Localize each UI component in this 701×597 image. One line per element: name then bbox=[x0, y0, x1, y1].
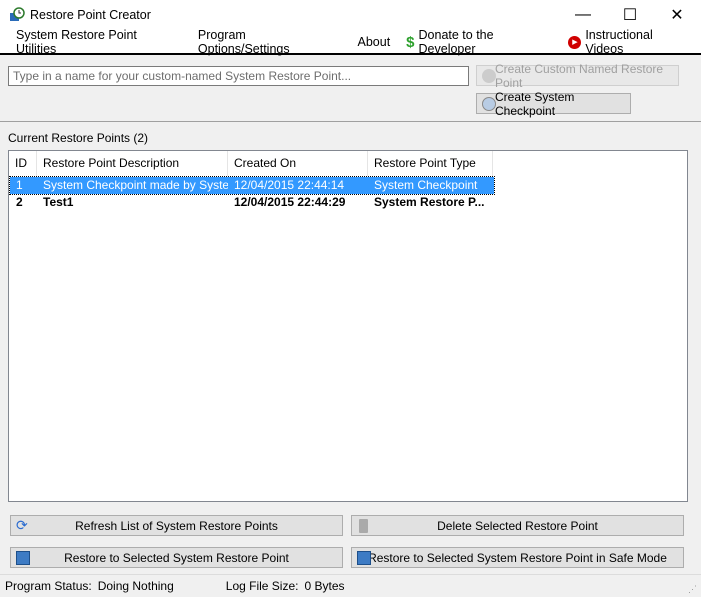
button-label: Create Custom Named Restore Point bbox=[495, 61, 664, 90]
program-status-label: Program Status: bbox=[5, 579, 92, 593]
title-bar: Restore Point Creator — ☐ ✕ bbox=[0, 0, 701, 31]
cell-description: System Checkpoint made by Syste... bbox=[43, 178, 228, 192]
cell-created-on: 12/04/2015 22:44:29 bbox=[234, 195, 346, 209]
menu-label: About bbox=[357, 35, 391, 49]
status-bar: Program Status: Doing Nothing Log File S… bbox=[0, 574, 701, 597]
disc-icon bbox=[482, 69, 496, 83]
trash-icon bbox=[359, 519, 368, 533]
program-status-value: Doing Nothing bbox=[97, 579, 174, 593]
menu-label: Program Options/Settings bbox=[197, 28, 290, 56]
create-system-checkpoint-button[interactable]: Create System Checkpoint bbox=[476, 90, 631, 118]
app-icon bbox=[10, 7, 25, 21]
column-header-created-on[interactable]: Created On bbox=[228, 151, 368, 176]
restore-safe-mode-button[interactable]: Restore to Selected System Restore Point… bbox=[351, 547, 684, 568]
button-label: Refresh List of System Restore Points bbox=[75, 518, 278, 533]
cell-id: 2 bbox=[16, 195, 23, 209]
cell-description: Test1 bbox=[43, 195, 74, 209]
restore-points-label: Current Restore Points (2) bbox=[8, 131, 149, 145]
menu-label: Instructional Videos bbox=[585, 28, 653, 56]
divider bbox=[0, 121, 701, 122]
menu-system-restore-point-utilities[interactable]: System Restore Point Utilities bbox=[8, 28, 187, 56]
log-size-label: Log File Size: bbox=[225, 579, 299, 593]
menu-donate[interactable]: $ Donate to the Developer bbox=[398, 28, 560, 56]
button-label: Delete Selected Restore Point bbox=[437, 518, 598, 533]
menu-about[interactable]: About bbox=[348, 35, 399, 49]
disc-icon bbox=[482, 97, 496, 111]
menu-label: System Restore Point Utilities bbox=[16, 28, 137, 56]
cell-id: 1 bbox=[16, 178, 23, 192]
restore-point-name-input[interactable] bbox=[8, 66, 469, 86]
menu-program-options[interactable]: Program Options/Settings bbox=[187, 28, 348, 56]
window-title: Restore Point Creator bbox=[30, 8, 151, 22]
button-label: Restore to Selected System Restore Point… bbox=[368, 550, 667, 565]
restore-points-list[interactable]: ID Restore Point Description Created On … bbox=[8, 150, 688, 502]
cell-created-on: 12/04/2015 22:44:14 bbox=[234, 178, 345, 192]
cell-type: System Checkpoint bbox=[374, 178, 478, 192]
maximize-button[interactable]: ☐ bbox=[607, 0, 653, 30]
resize-grip-icon[interactable]: ⋰ bbox=[688, 584, 697, 595]
table-row[interactable]: 2 Test1 12/04/2015 22:44:29 System Resto… bbox=[10, 194, 494, 211]
restore-icon bbox=[16, 551, 30, 565]
dollar-icon: $ bbox=[406, 33, 415, 51]
close-button[interactable]: ✕ bbox=[654, 0, 700, 30]
menu-instructional-videos[interactable]: ▶ Instructional Videos bbox=[560, 28, 701, 56]
restore-icon bbox=[357, 551, 371, 565]
delete-restore-point-button[interactable]: Delete Selected Restore Point bbox=[351, 515, 684, 536]
column-header-description[interactable]: Restore Point Description bbox=[37, 151, 228, 176]
refresh-icon: ⟳ bbox=[16, 517, 28, 533]
cell-type: System Restore P... bbox=[374, 195, 485, 209]
column-header-type[interactable]: Restore Point Type bbox=[368, 151, 493, 176]
log-size-value: 0 Bytes bbox=[304, 579, 345, 593]
minimize-button[interactable]: — bbox=[560, 0, 606, 30]
table-row[interactable]: 1 System Checkpoint made by Syste... 12/… bbox=[9, 176, 495, 195]
button-label: Create System Checkpoint bbox=[495, 89, 575, 118]
restore-button[interactable]: Restore to Selected System Restore Point bbox=[10, 547, 343, 568]
refresh-list-button[interactable]: ⟳ Refresh List of System Restore Points bbox=[10, 515, 343, 536]
play-icon: ▶ bbox=[568, 35, 582, 49]
create-custom-restore-point-button[interactable]: Create Custom Named Restore Point bbox=[476, 62, 679, 90]
menu-bar: System Restore Point Utilities Program O… bbox=[0, 28, 701, 56]
menu-label: Donate to the Developer bbox=[418, 28, 494, 56]
column-header-id[interactable]: ID bbox=[9, 151, 37, 176]
button-label: Restore to Selected System Restore Point bbox=[64, 550, 289, 565]
